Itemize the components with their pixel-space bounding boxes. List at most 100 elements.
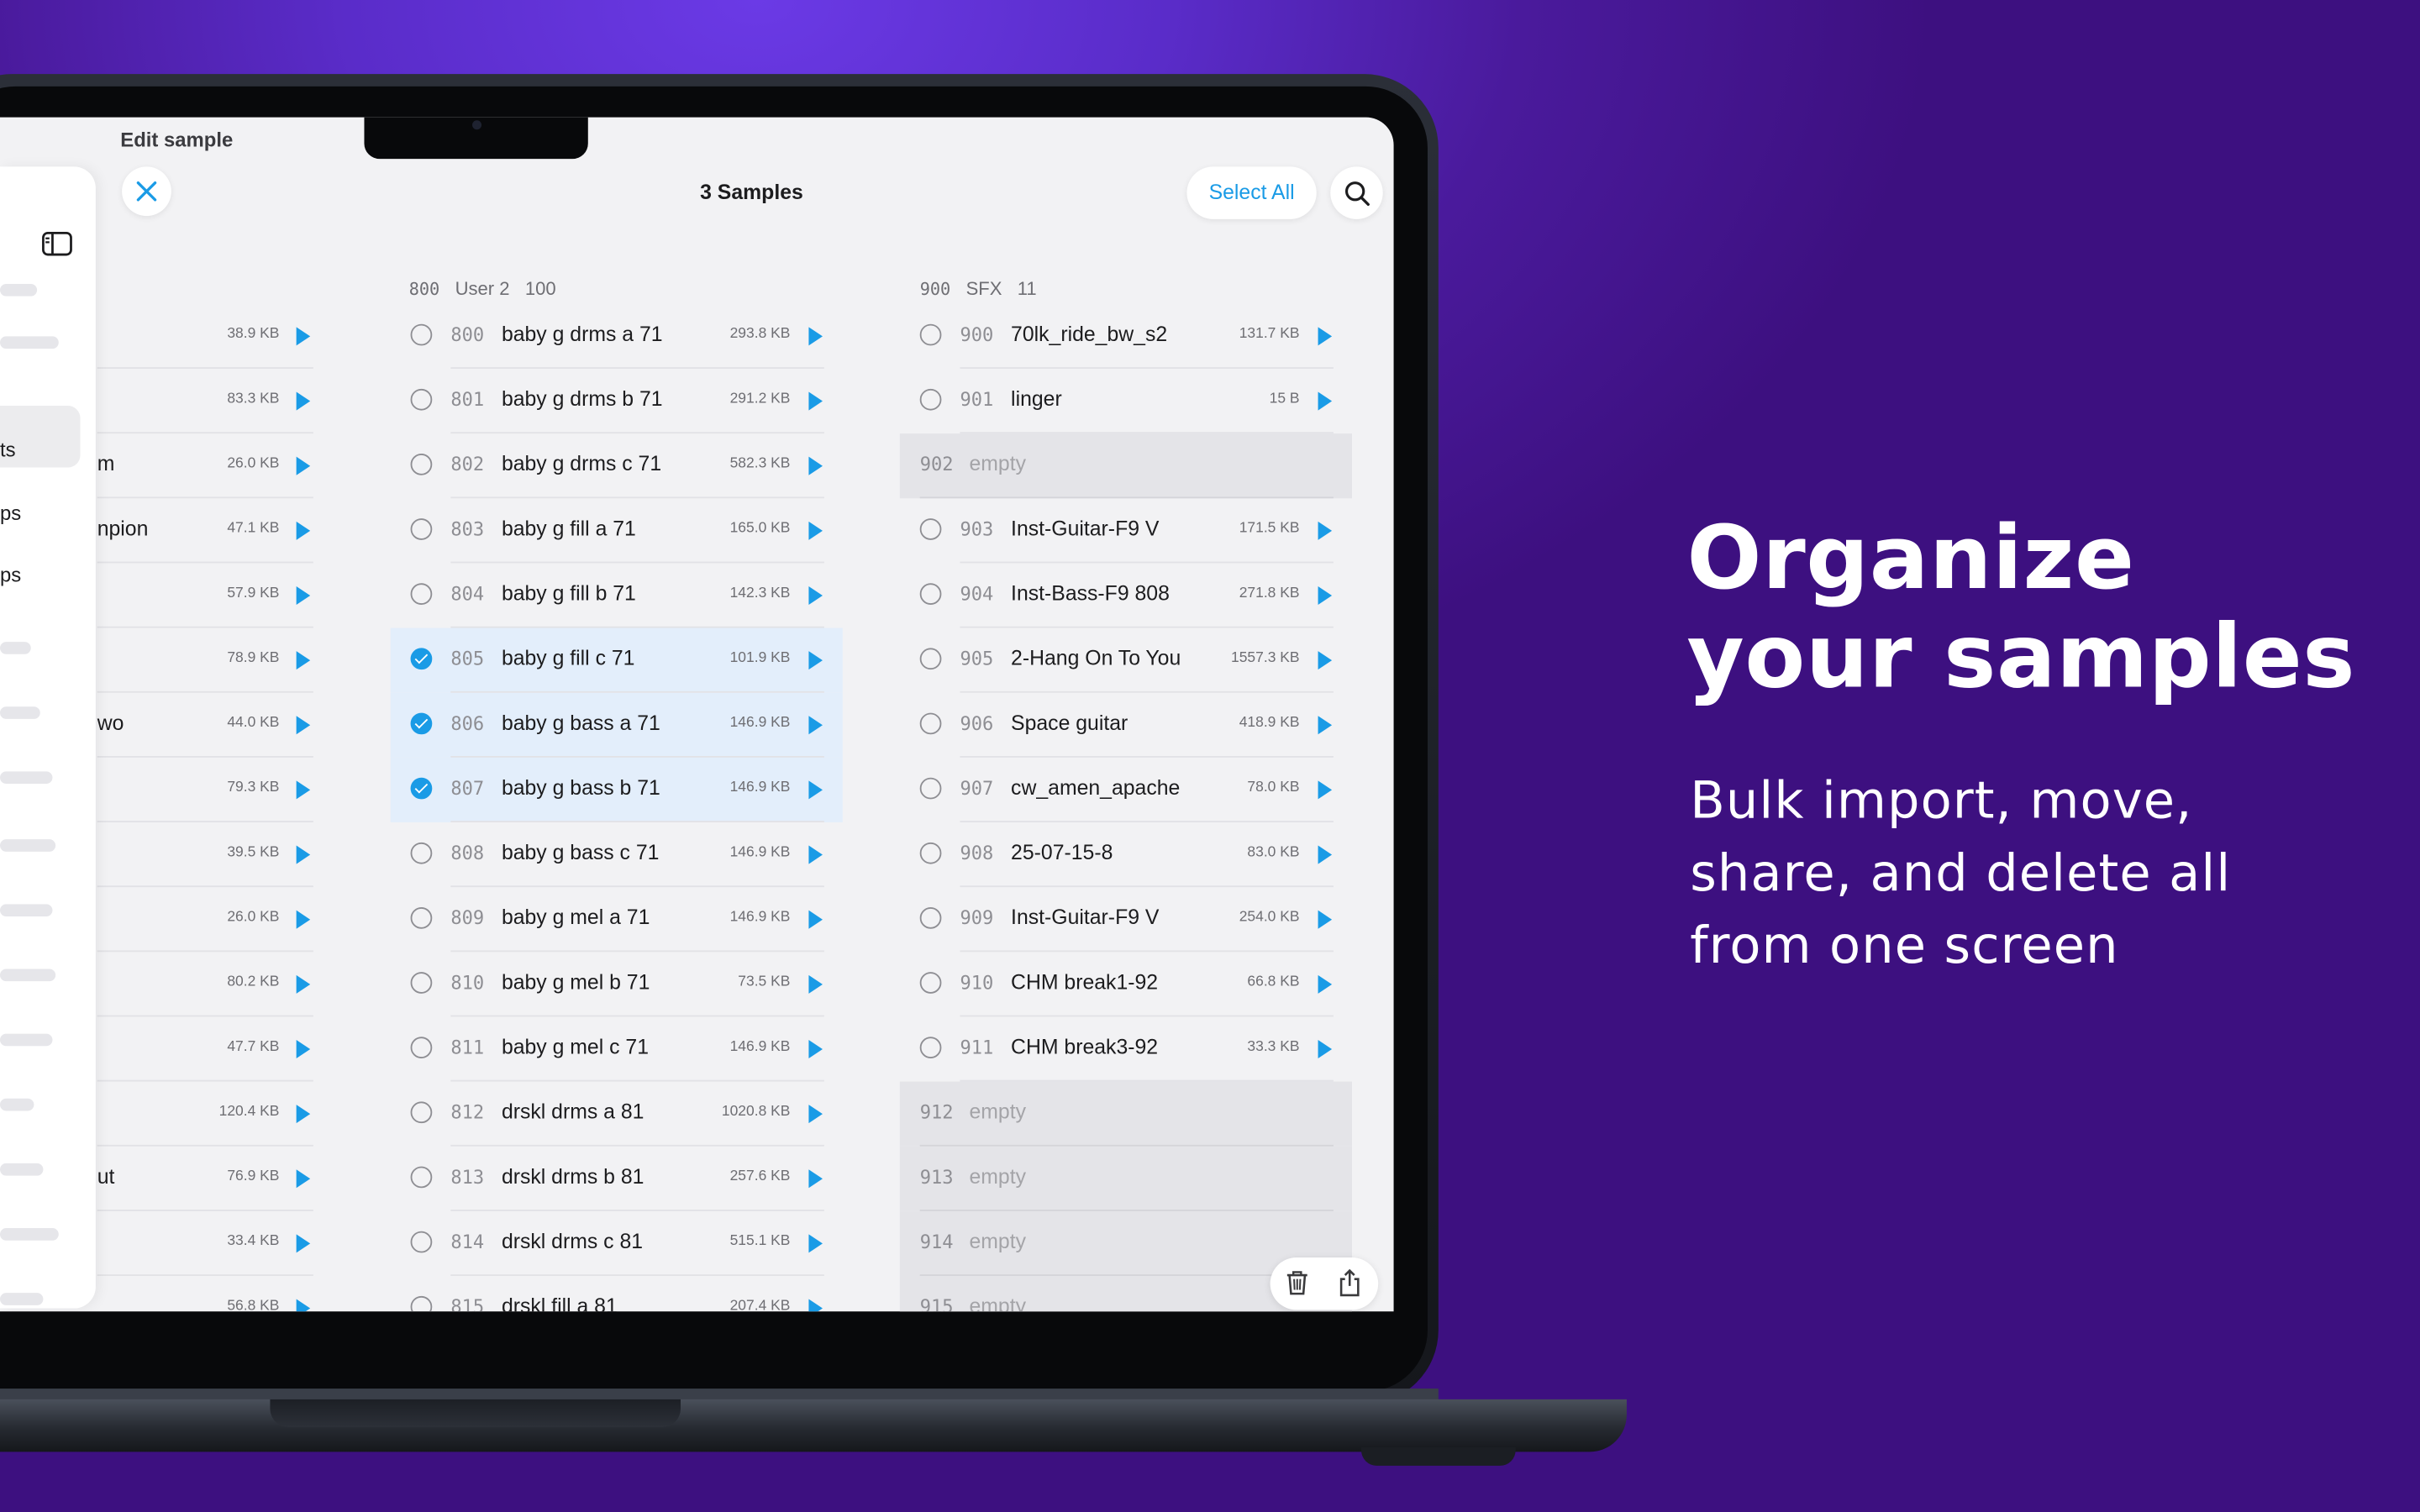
sample-row[interactable]: 803 baby g fill a 71 165.0 KB	[391, 498, 843, 564]
play-icon[interactable]	[296, 585, 311, 605]
sidebar-item-label[interactable]: ps	[0, 501, 21, 525]
play-icon[interactable]	[1318, 521, 1333, 540]
empty-slot-row[interactable]: 902 empty	[900, 433, 1352, 499]
sample-row[interactable]: 809 baby g mel a 71 146.9 KB	[391, 887, 843, 953]
sample-row[interactable]: 907 cw_amen_apache 78.0 KB	[900, 758, 1352, 822]
sample-row[interactable]: 901 linger 15 B	[900, 369, 1352, 434]
share-icon[interactable]	[1338, 1268, 1361, 1298]
play-icon[interactable]	[1318, 716, 1333, 735]
select-checkbox[interactable]	[410, 907, 433, 929]
play-icon[interactable]	[296, 1169, 311, 1189]
play-icon[interactable]	[296, 327, 311, 346]
select-checkbox[interactable]	[410, 583, 433, 605]
play-icon[interactable]	[296, 1105, 311, 1124]
select-checkbox[interactable]	[410, 712, 433, 735]
play-icon[interactable]	[296, 391, 311, 411]
sample-row[interactable]: 810 baby g mel b 71 73.5 KB	[391, 952, 843, 1017]
select-checkbox[interactable]	[410, 842, 433, 864]
select-checkbox[interactable]	[410, 1037, 433, 1058]
sample-row[interactable]: 814 drskl drms c 81 515.1 KB	[391, 1211, 843, 1276]
play-icon[interactable]	[808, 780, 823, 800]
play-icon[interactable]	[1318, 651, 1333, 670]
play-icon[interactable]	[1318, 391, 1333, 411]
select-checkbox[interactable]	[410, 972, 433, 994]
select-checkbox[interactable]	[919, 842, 942, 864]
play-icon[interactable]	[808, 910, 823, 929]
trash-icon[interactable]	[1286, 1270, 1309, 1296]
select-checkbox[interactable]	[919, 518, 942, 540]
play-icon[interactable]	[296, 521, 311, 540]
sidebar-toggle-icon[interactable]	[42, 231, 73, 256]
select-checkbox[interactable]	[919, 388, 942, 411]
select-checkbox[interactable]	[410, 1231, 433, 1253]
play-icon[interactable]	[1318, 780, 1333, 800]
sample-row[interactable]: 911 CHM break3-92 33.3 KB	[900, 1016, 1352, 1082]
play-icon[interactable]	[808, 651, 823, 670]
sample-row[interactable]: 904 Inst-Bass-F9 808 271.8 KB	[900, 563, 1352, 628]
play-icon[interactable]	[296, 974, 311, 994]
play-icon[interactable]	[1318, 845, 1333, 864]
play-icon[interactable]	[808, 1039, 823, 1058]
sample-row[interactable]: 812 drskl drms a 81 1020.8 KB	[391, 1082, 843, 1147]
sample-row[interactable]: 910 CHM break1-92 66.8 KB	[900, 952, 1352, 1017]
play-icon[interactable]	[808, 1169, 823, 1189]
close-button[interactable]	[122, 166, 171, 217]
play-icon[interactable]	[1318, 327, 1333, 346]
empty-slot-row[interactable]: 913 empty	[900, 1147, 1352, 1211]
sample-row[interactable]: 906 Space guitar 418.9 KB	[900, 693, 1352, 758]
sidebar-item-label[interactable]: ts	[0, 438, 16, 462]
sample-row[interactable]: 815 drskl fill a 81 207.4 KB	[391, 1276, 843, 1312]
sidebar-item-label[interactable]: ps	[0, 563, 21, 586]
sample-row[interactable]: 908 25-07-15-8 83.0 KB	[900, 822, 1352, 888]
play-icon[interactable]	[808, 845, 823, 864]
search-button[interactable]	[1330, 166, 1383, 219]
play-icon[interactable]	[1318, 974, 1333, 994]
select-checkbox[interactable]	[410, 1295, 433, 1312]
play-icon[interactable]	[808, 1299, 823, 1312]
select-checkbox[interactable]	[919, 323, 942, 346]
select-checkbox[interactable]	[919, 583, 942, 605]
play-icon[interactable]	[296, 780, 311, 800]
play-icon[interactable]	[808, 585, 823, 605]
play-icon[interactable]	[296, 845, 311, 864]
select-all-button[interactable]: Select All	[1186, 166, 1317, 219]
empty-slot-row[interactable]: 912 empty	[900, 1082, 1352, 1147]
play-icon[interactable]	[296, 1234, 311, 1253]
select-checkbox[interactable]	[919, 1037, 942, 1058]
play-icon[interactable]	[1318, 910, 1333, 929]
play-icon[interactable]	[808, 521, 823, 540]
select-checkbox[interactable]	[919, 907, 942, 929]
play-icon[interactable]	[808, 974, 823, 994]
sample-row[interactable]: 905 2-Hang On To You 1557.3 KB	[900, 628, 1352, 693]
select-checkbox[interactable]	[410, 388, 433, 411]
play-icon[interactable]	[808, 716, 823, 735]
play-icon[interactable]	[296, 456, 311, 475]
select-checkbox[interactable]	[410, 648, 433, 670]
play-icon[interactable]	[296, 651, 311, 670]
play-icon[interactable]	[1318, 1039, 1333, 1058]
play-icon[interactable]	[808, 391, 823, 411]
play-icon[interactable]	[296, 716, 311, 735]
play-icon[interactable]	[808, 456, 823, 475]
select-checkbox[interactable]	[919, 972, 942, 994]
play-icon[interactable]	[1318, 585, 1333, 605]
select-checkbox[interactable]	[919, 648, 942, 670]
play-icon[interactable]	[296, 1299, 311, 1312]
select-checkbox[interactable]	[410, 518, 433, 540]
sample-row[interactable]: 804 baby g fill b 71 142.3 KB	[391, 563, 843, 628]
select-checkbox[interactable]	[919, 712, 942, 735]
sample-row[interactable]: 801 baby g drms b 71 291.2 KB	[391, 369, 843, 434]
play-icon[interactable]	[296, 1039, 311, 1058]
sample-row[interactable]: 807 baby g bass b 71 146.9 KB	[391, 758, 843, 822]
select-checkbox[interactable]	[410, 323, 433, 346]
sample-row[interactable]: 806 baby g bass a 71 146.9 KB	[391, 693, 843, 758]
select-checkbox[interactable]	[919, 777, 942, 800]
play-icon[interactable]	[296, 910, 311, 929]
select-checkbox[interactable]	[410, 1101, 433, 1124]
sample-row[interactable]: 808 baby g bass c 71 146.9 KB	[391, 822, 843, 888]
play-icon[interactable]	[808, 327, 823, 346]
select-checkbox[interactable]	[410, 454, 433, 475]
sample-row[interactable]: 800 baby g drms a 71 293.8 KB	[391, 304, 843, 369]
sample-row[interactable]: 903 Inst-Guitar-F9 V 171.5 KB	[900, 498, 1352, 564]
sample-row[interactable]: 909 Inst-Guitar-F9 V 254.0 KB	[900, 887, 1352, 953]
